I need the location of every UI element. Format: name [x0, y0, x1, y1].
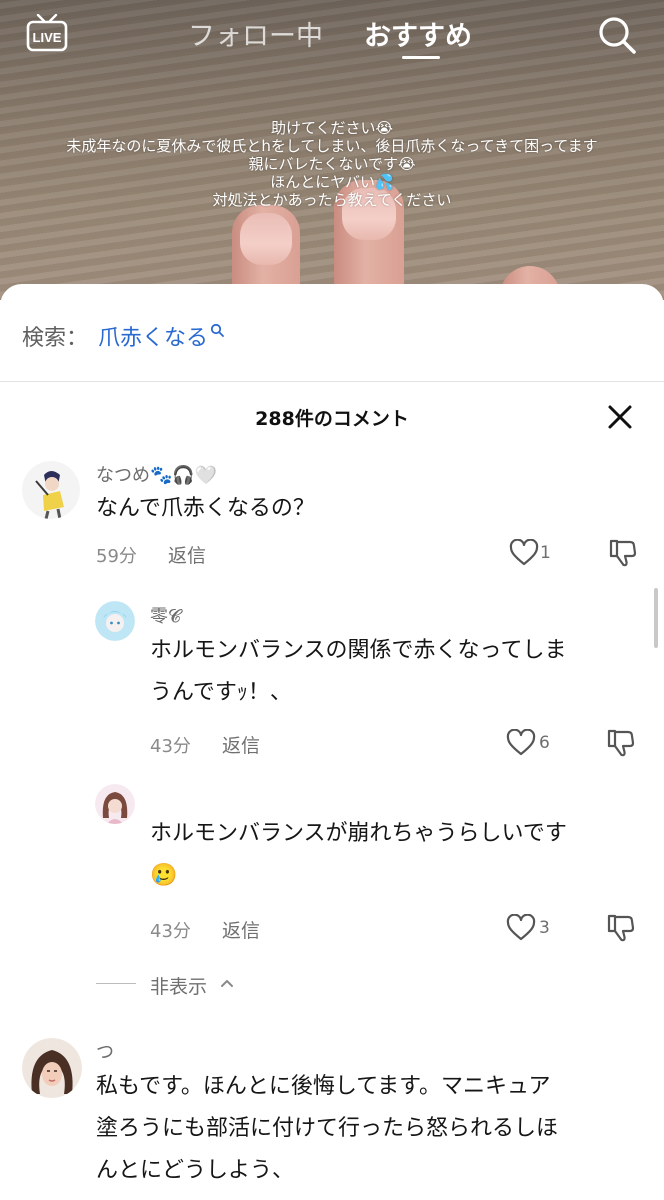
comment-time: 59分 [96, 546, 137, 567]
video-caption: 助けてください😭 未成年なのに夏休みで彼氏とhをしてしまい、後日爪赤くなってきて… [0, 119, 664, 209]
caption-line: 助けてください😭 [270, 119, 394, 137]
scrollbar[interactable] [654, 588, 658, 648]
comment-time: 43分 [150, 736, 191, 757]
comment-author[interactable]: なつめ🐾🎧🤍 [96, 461, 217, 487]
like-count: 1 [540, 543, 551, 563]
hide-replies-divider [96, 983, 136, 984]
hide-replies-button[interactable]: 非表示 [150, 972, 207, 999]
search-icon[interactable] [597, 15, 637, 55]
top-bar: LIVE フォロー中 おすすめ [0, 0, 664, 70]
heart-icon[interactable] [509, 539, 539, 567]
avatar[interactable] [22, 461, 80, 519]
comment-author[interactable]: つ [96, 1038, 114, 1064]
caption-line: 未成年なのに夏休みで彼氏とhをしてしまい、後日爪赤くなってきて困ってます [66, 137, 598, 155]
reply-button[interactable]: 返信 [222, 731, 260, 758]
comment-text: ホルモンバランスが崩れちゃうらしいです 🥲 [150, 813, 567, 897]
avatar[interactable] [95, 601, 135, 641]
search-icon [210, 323, 224, 337]
caption-line: 対処法とかあったら教えてください [212, 191, 452, 209]
tab-following[interactable]: フォロー中 [188, 14, 323, 53]
comment-text: なんで爪赤くなるの？ [96, 496, 315, 521]
comment-author[interactable]: 零𝓒 [150, 602, 181, 628]
nail-image [240, 213, 292, 265]
reply-button[interactable]: 返信 [168, 541, 206, 568]
comment-text: 私もです。ほんとに後悔してます。マニキュア 塗ろうにも部活に付けて行ったら怒られ… [96, 1066, 558, 1192]
search-suggestion[interactable]: 検索： 爪赤くなる [22, 320, 224, 352]
active-tab-indicator [402, 56, 440, 59]
comments-sheet: 検索： 爪赤くなる 288件のコメント なつめ🐾🎧🤍 なんで爪赤くなるの？ 59分… [0, 284, 664, 1200]
video-background[interactable]: 助けてください😭 未成年なのに夏休みで彼氏とhをしてしまい、後日爪赤くなってきて… [0, 0, 664, 300]
comment-time: 43分 [150, 921, 191, 942]
comment-text-line: 塗ろうにも部活に付けて行ったら怒られるしほ [96, 1116, 559, 1141]
heart-icon[interactable] [506, 729, 536, 757]
dislike-icon[interactable] [608, 538, 638, 568]
live-label: LIVE [33, 30, 62, 45]
avatar[interactable] [95, 784, 135, 824]
heart-icon[interactable] [506, 914, 536, 942]
close-icon[interactable] [606, 403, 634, 431]
dislike-icon[interactable] [606, 728, 636, 758]
avatar[interactable] [22, 1038, 82, 1098]
comment-text: ホルモンバランスの関係で赤くなってしま うんですｯ！、 [150, 630, 566, 714]
dislike-icon[interactable] [606, 913, 636, 943]
like-count: 3 [539, 918, 550, 938]
divider [0, 381, 664, 382]
search-label: 検索： [22, 326, 89, 351]
comment-text-line: ホルモンバランスが崩れちゃうらしいです [150, 821, 567, 846]
comment-text-line: 🥲 [150, 863, 178, 888]
comment-text-line: ホルモンバランスの関係で赤くなってしま [150, 638, 567, 663]
comment-text-line: うんですｯ！、 [150, 680, 292, 705]
comment-count: 288件のコメント [255, 408, 409, 430]
tab-recommended[interactable]: おすすめ [364, 14, 472, 53]
live-tv-icon[interactable]: LIVE [26, 14, 68, 52]
search-term-link[interactable]: 爪赤くなる [98, 326, 208, 351]
comment-text-line: 私もです。ほんとに後悔してます。マニキュア [96, 1074, 551, 1099]
caption-line: 親にバレたくないです😭 [248, 155, 416, 173]
caption-line: ほんとにヤバい💦 [270, 173, 394, 191]
reply-button[interactable]: 返信 [222, 916, 260, 943]
like-count: 6 [539, 733, 550, 753]
chevron-up-icon[interactable] [220, 976, 234, 990]
comment-text-line: んとにどうしよう、 [96, 1158, 295, 1183]
